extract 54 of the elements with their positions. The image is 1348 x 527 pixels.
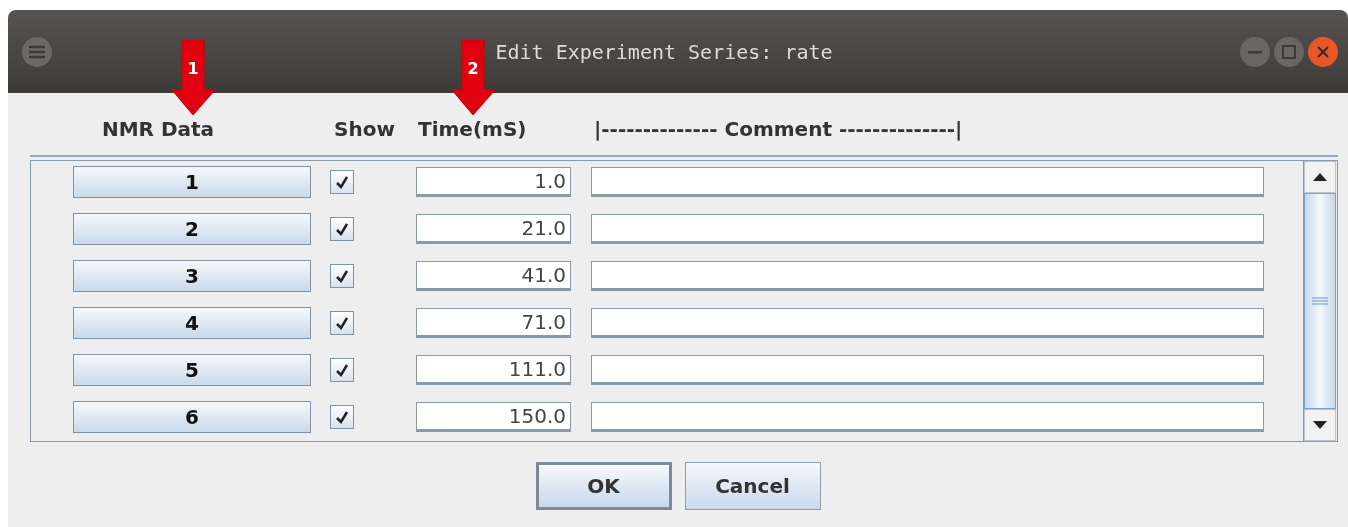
scrollbar[interactable] <box>1303 161 1336 441</box>
show-checkbox[interactable] <box>330 264 354 288</box>
time-field[interactable]: 21.0 <box>416 214 571 244</box>
scroll-down-button[interactable] <box>1304 409 1336 441</box>
column-header: Show <box>333 117 396 141</box>
data-button[interactable]: 3 <box>73 260 311 292</box>
comment-field[interactable] <box>591 308 1264 338</box>
time-field[interactable]: 111.0 <box>416 355 571 385</box>
show-checkbox[interactable] <box>330 311 354 335</box>
time-field[interactable]: 71.0 <box>416 308 571 338</box>
window-title: Edit Experiment Series: rate <box>494 39 834 64</box>
annotation-number: 2 <box>467 59 479 78</box>
grip-icon <box>1312 297 1328 305</box>
close-button[interactable] <box>1308 36 1338 67</box>
checkmark-icon <box>335 316 349 330</box>
scroll-thumb[interactable] <box>1304 193 1336 409</box>
close-icon <box>1317 45 1329 58</box>
column-header: |-------------- Comment --------------| <box>593 117 964 141</box>
menu-icon[interactable] <box>22 36 52 67</box>
comment-field[interactable] <box>591 214 1264 244</box>
checkmark-icon <box>335 222 349 236</box>
show-checkbox[interactable] <box>330 170 354 194</box>
data-button[interactable]: 6 <box>73 401 311 433</box>
square-icon <box>1282 44 1296 59</box>
minus-icon <box>1248 49 1262 54</box>
up-triangle-icon <box>1313 173 1327 181</box>
annotation-number: 1 <box>187 59 199 78</box>
hamburger-icon <box>28 44 46 59</box>
comment-field[interactable] <box>591 355 1264 385</box>
time-field[interactable]: 41.0 <box>416 261 571 291</box>
maximize-button[interactable] <box>1274 36 1304 67</box>
column-header: Time(mS) <box>417 117 528 141</box>
scroll-up-button[interactable] <box>1304 161 1336 193</box>
show-checkbox[interactable] <box>330 217 354 241</box>
checkmark-icon <box>335 175 349 189</box>
show-checkbox[interactable] <box>330 358 354 382</box>
column-header: NMR Data <box>100 117 216 141</box>
time-field[interactable]: 1.0 <box>416 167 571 197</box>
checkmark-icon <box>335 410 349 424</box>
minimize-button[interactable] <box>1240 36 1270 67</box>
data-button[interactable]: 4 <box>73 307 311 339</box>
comment-field[interactable] <box>591 167 1264 197</box>
data-button[interactable]: 1 <box>73 166 311 198</box>
comment-field[interactable] <box>591 402 1264 432</box>
down-triangle-icon <box>1313 421 1327 429</box>
checkmark-icon <box>335 269 349 283</box>
dialog-button[interactable]: Cancel <box>684 462 821 510</box>
checkmark-icon <box>335 363 349 377</box>
show-checkbox[interactable] <box>330 405 354 429</box>
data-button[interactable]: 5 <box>73 354 311 386</box>
comment-field[interactable] <box>591 261 1264 291</box>
time-field[interactable]: 150.0 <box>416 402 571 432</box>
data-button[interactable]: 2 <box>73 213 311 245</box>
dialog-button[interactable]: OK <box>535 462 672 510</box>
